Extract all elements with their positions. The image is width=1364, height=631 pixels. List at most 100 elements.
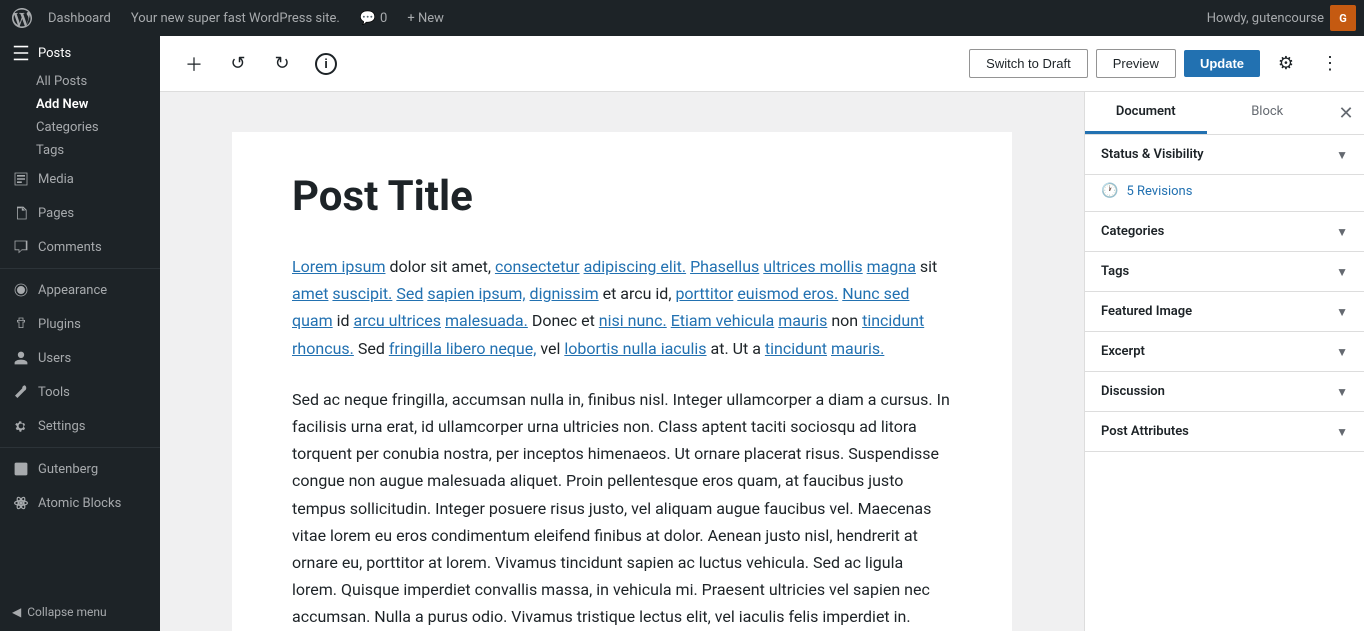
editor-body: Post Title Lorem ipsum dolor sit amet, c…	[160, 92, 1364, 631]
block-tab[interactable]: Block	[1207, 92, 1329, 134]
admin-bar: Dashboard Your new super fast WordPress …	[0, 0, 1364, 36]
site-label: Your new super fast WordPress site.	[131, 11, 340, 26]
tools-label: Tools	[38, 385, 70, 400]
settings-icon	[12, 417, 30, 435]
document-tab[interactable]: Document	[1085, 92, 1207, 134]
sidebar-item-atomic-blocks[interactable]: Atomic Blocks	[0, 486, 160, 520]
collapse-icon: ◀	[12, 605, 21, 619]
categories-header[interactable]: Categories ▼	[1085, 212, 1364, 251]
post-title[interactable]: Post Title	[292, 172, 952, 221]
sidebar-item-appearance[interactable]: Appearance	[0, 273, 160, 307]
paragraph-1: Lorem ipsum dolor sit amet, consectetur …	[292, 253, 952, 362]
gutenberg-icon	[12, 460, 30, 478]
post-editor: Post Title Lorem ipsum dolor sit amet, c…	[232, 132, 1012, 631]
users-icon	[12, 349, 30, 367]
chevron-down-icon: ▼	[1336, 148, 1348, 162]
collapse-menu-button[interactable]: ◀ Collapse menu	[0, 593, 160, 631]
settings-label: Settings	[38, 419, 85, 434]
post-attributes-header[interactable]: Post Attributes ▼	[1085, 412, 1364, 451]
featured-image-header[interactable]: Featured Image ▼	[1085, 292, 1364, 331]
sidebar-item-tools[interactable]: Tools	[0, 375, 160, 409]
status-visibility-header[interactable]: Status & Visibility ▼	[1085, 135, 1364, 174]
excerpt-header[interactable]: Excerpt ▼	[1085, 332, 1364, 371]
plus-icon: ＋	[185, 51, 203, 77]
sidebar-item-posts[interactable]: Posts	[0, 36, 160, 70]
discussion-section: Discussion ▼	[1085, 372, 1364, 412]
sidebar-item-comments[interactable]: Comments	[0, 230, 160, 264]
editor-container: ＋ ↺ ↻ i Switch to Draft Preview Update	[160, 36, 1364, 631]
plugins-label: Plugins	[38, 317, 81, 332]
status-visibility-section: Status & Visibility ▼	[1085, 135, 1364, 175]
sidebar: Posts All Posts Add New Categories Tags …	[0, 36, 160, 631]
howdy-text: Howdy, gutencourse	[1207, 11, 1324, 26]
sidebar-item-settings[interactable]: Settings	[0, 409, 160, 443]
chevron-down-icon-post-attributes: ▼	[1336, 425, 1348, 439]
media-icon	[12, 170, 30, 188]
wp-logo[interactable]	[8, 4, 36, 32]
dashboard-link[interactable]: Dashboard	[40, 7, 119, 30]
tags-header[interactable]: Tags ▼	[1085, 252, 1364, 291]
info-icon: i	[315, 53, 337, 75]
clock-icon: 🕐	[1101, 183, 1118, 199]
howdy-menu[interactable]: Howdy, gutencourse G	[1207, 5, 1356, 31]
close-icon: ✕	[1338, 103, 1353, 124]
editor-settings-button[interactable]: ⚙	[1268, 46, 1304, 82]
collapse-label: Collapse menu	[27, 605, 106, 619]
close-panel-button[interactable]: ✕	[1328, 95, 1364, 131]
sidebar-categories[interactable]: Categories	[0, 116, 160, 139]
new-item-link[interactable]: + New	[399, 7, 452, 30]
preview-button[interactable]: Preview	[1096, 49, 1176, 78]
more-options-button[interactable]: ⋮	[1312, 46, 1348, 82]
dashboard-label: Dashboard	[48, 11, 111, 26]
add-block-button[interactable]: ＋	[176, 46, 212, 82]
sidebar-item-gutenberg[interactable]: Gutenberg	[0, 452, 160, 486]
discussion-header[interactable]: Discussion ▼	[1085, 372, 1364, 411]
chevron-down-icon-discussion: ▼	[1336, 385, 1348, 399]
gear-icon: ⚙	[1278, 53, 1294, 74]
media-label: Media	[38, 172, 74, 187]
revisions-section: 🕐 5 Revisions	[1085, 175, 1364, 212]
panel-tabs: Document Block ✕	[1085, 92, 1364, 135]
undo-button[interactable]: ↺	[220, 46, 256, 82]
comments-icon	[12, 238, 30, 256]
gutenberg-label: Gutenberg	[38, 462, 98, 477]
tools-icon	[12, 383, 30, 401]
appearance-label: Appearance	[38, 283, 107, 298]
info-button[interactable]: i	[308, 46, 344, 82]
content-area: Post Title Lorem ipsum dolor sit amet, c…	[160, 92, 1084, 631]
sidebar-item-users[interactable]: Users	[0, 341, 160, 375]
pages-label: Pages	[38, 206, 74, 221]
sidebar-item-plugins[interactable]: Plugins	[0, 307, 160, 341]
update-button[interactable]: Update	[1184, 50, 1260, 77]
sidebar-add-new[interactable]: Add New	[0, 93, 160, 116]
appearance-icon	[12, 281, 30, 299]
sidebar-item-pages[interactable]: Pages	[0, 196, 160, 230]
sidebar-item-media[interactable]: Media	[0, 162, 160, 196]
ellipsis-icon: ⋮	[1321, 53, 1339, 74]
excerpt-section: Excerpt ▼	[1085, 332, 1364, 372]
comments-link[interactable]: 💬 0	[352, 7, 396, 30]
switch-to-draft-button[interactable]: Switch to Draft	[969, 49, 1088, 78]
posts-icon	[12, 44, 30, 62]
sidebar-all-posts[interactable]: All Posts	[0, 70, 160, 93]
post-content: Lorem ipsum dolor sit amet, consectetur …	[292, 253, 952, 631]
users-label: Users	[38, 351, 71, 366]
chevron-down-icon-categories: ▼	[1336, 225, 1348, 239]
right-panel: Document Block ✕ Status & Visibility ▼	[1084, 92, 1364, 631]
pages-icon	[12, 204, 30, 222]
redo-button[interactable]: ↻	[264, 46, 300, 82]
atomic-blocks-icon	[12, 494, 30, 512]
site-name[interactable]: Your new super fast WordPress site.	[123, 7, 348, 30]
comments-label: Comments	[38, 240, 102, 255]
categories-section: Categories ▼	[1085, 212, 1364, 252]
revisions-link[interactable]: 🕐 5 Revisions	[1085, 175, 1364, 211]
comment-bubble-icon: 💬	[360, 11, 376, 26]
chevron-down-icon-featured: ▼	[1336, 305, 1348, 319]
editor-toolbar: ＋ ↺ ↻ i Switch to Draft Preview Update	[160, 36, 1364, 92]
paragraph-2: Sed ac neque fringilla, accumsan nulla i…	[292, 386, 952, 631]
chevron-down-icon-tags: ▼	[1336, 265, 1348, 279]
plugins-icon	[12, 315, 30, 333]
sidebar-posts-label: Posts	[38, 46, 71, 61]
sidebar-tags[interactable]: Tags	[0, 139, 160, 162]
featured-image-section: Featured Image ▼	[1085, 292, 1364, 332]
